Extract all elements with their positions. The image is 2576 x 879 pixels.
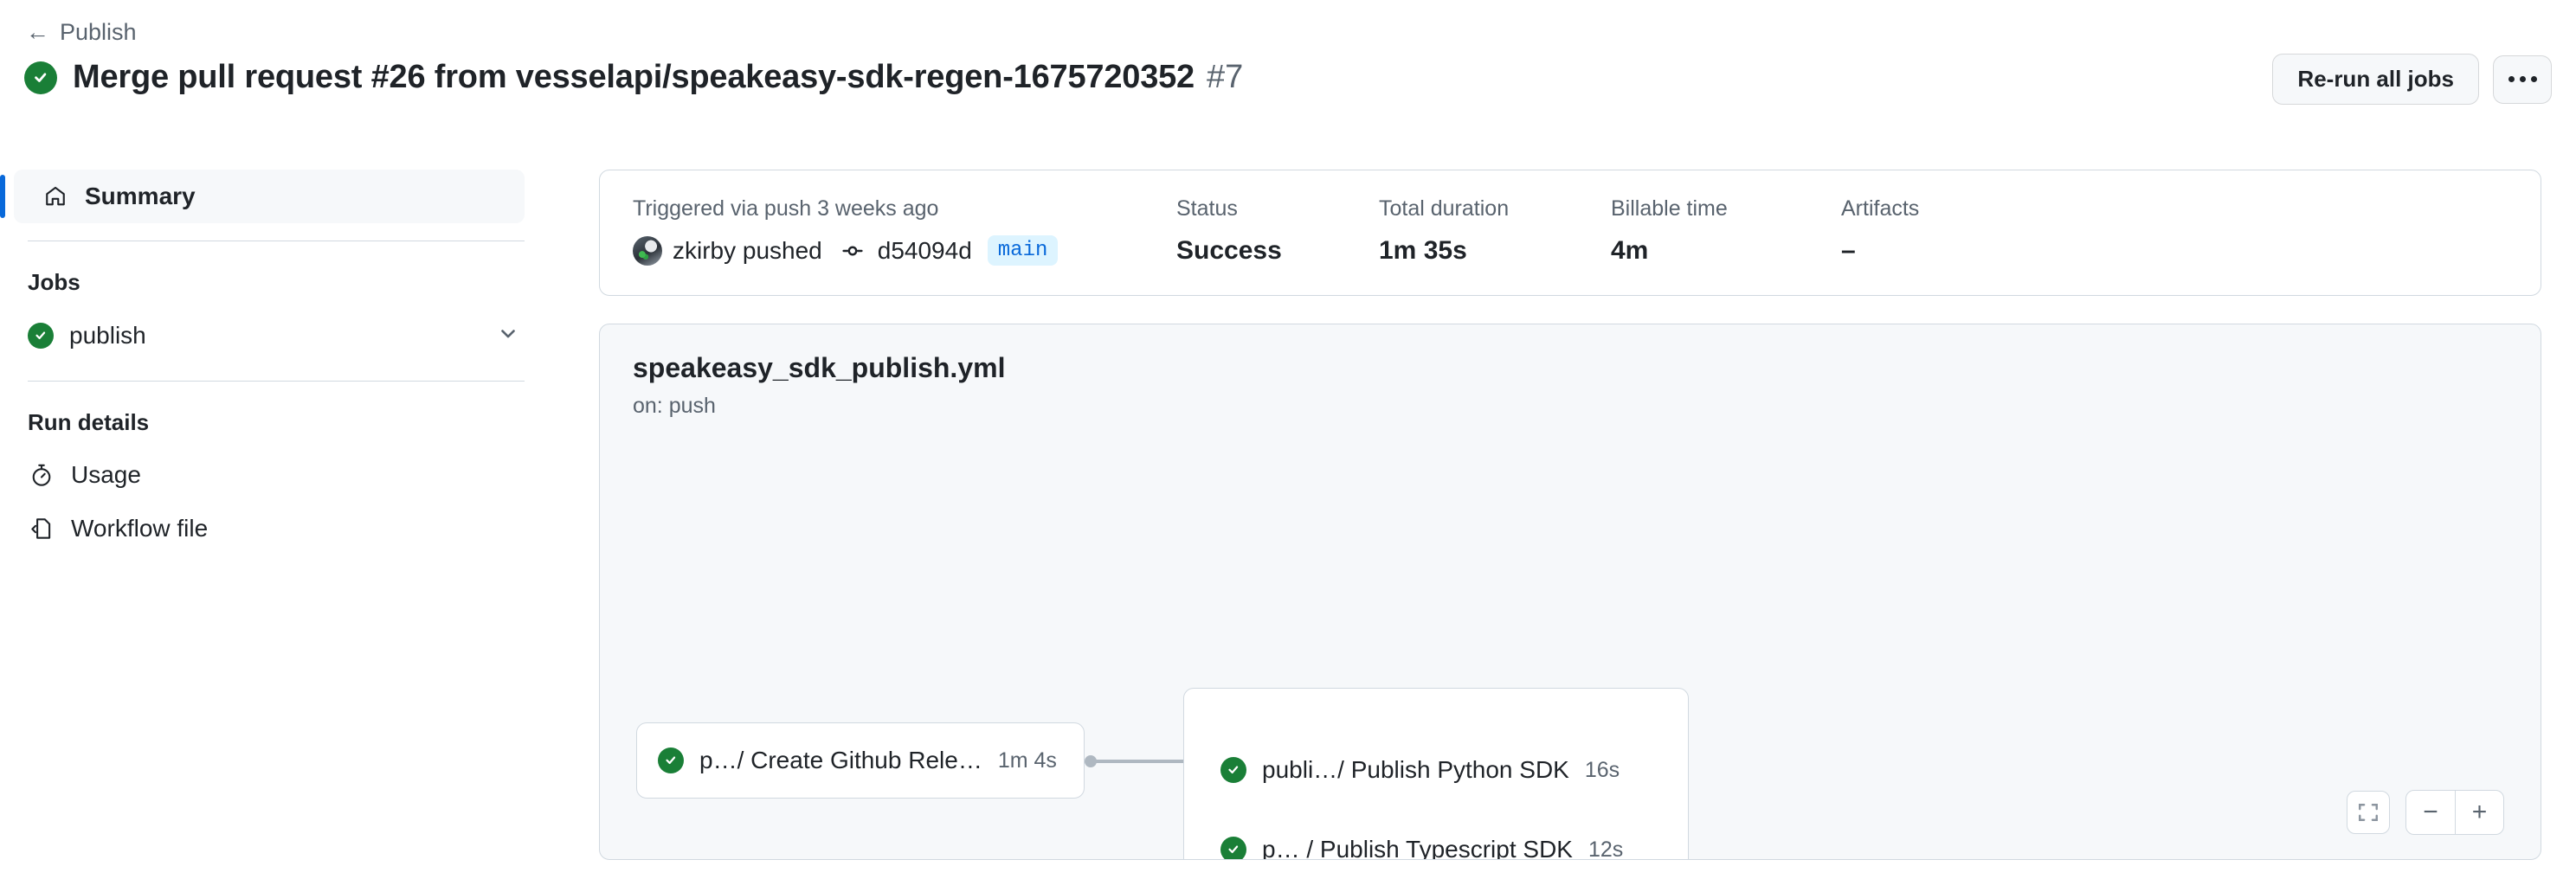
run-summary-grid: Triggered via push 3 weeks ago Status To… [633,196,2508,266]
file-code-icon [28,515,55,542]
sidebar-item-usage[interactable]: Usage [0,448,554,502]
sidebar-jobs-heading: Jobs [28,269,80,295]
run-summary-card: Triggered via push 3 weeks ago Status To… [599,170,2541,296]
sidebar-run-details-heading: Run details [28,409,150,435]
graph-node-duration: 1m 4s [997,747,1057,773]
sidebar-job-label: publish [69,322,146,349]
graph-node-create-github-release[interactable]: p…/ Create Github Rele… 1m 4s [636,722,1085,799]
graph-node-label: p…/ Create Github Rele… [699,747,982,773]
trigger-value: zkirby pushed d54094d main [633,235,1176,266]
connector-line [1091,760,1189,763]
kebab-dots [2508,76,2537,82]
trigger-heading: Triggered via push 3 weeks ago [633,196,939,221]
chevron-down-icon[interactable] [497,322,519,350]
zoom-in-button[interactable]: + [2455,791,2503,834]
graph-node-duration: 12s [1587,837,1624,860]
graph-zoom-pair: − + [2405,790,2504,835]
avatar[interactable] [633,235,662,266]
sidebar-item-summary[interactable]: Summary [0,170,525,223]
home-icon [42,183,69,210]
page-title: Merge pull request #26 from vesselapi/sp… [73,59,1195,95]
check-circle-icon [28,323,54,349]
sidebar-job-publish[interactable]: publish [0,308,554,363]
workflow-file-name: speakeasy_sdk_publish.yml [633,352,1006,383]
sidebar-item-usage-label: Usage [71,461,141,488]
stopwatch-icon [28,461,55,489]
pusher-label[interactable]: zkirby pushed [673,237,822,265]
run-number: #7 [1207,59,1244,95]
check-circle-icon [24,61,57,94]
header-actions: Re-run all jobs [2272,54,2552,105]
breadcrumb-label[interactable]: Publish [60,19,137,46]
artifacts-heading: Artifacts [1841,196,1920,221]
sidebar-item-summary-label: Summary [85,183,196,209]
main-content: Triggered via push 3 weeks ago Status To… [599,170,2541,860]
status-heading: Status [1176,196,1238,221]
workflow-run-page: ← Publish Merge pull request #26 from ve… [0,0,2576,879]
graph-zoom-controls: − + [2347,790,2504,835]
billable-value: 4m [1611,235,1649,265]
check-circle-icon [1220,837,1246,859]
status-value: Success [1176,235,1282,265]
duration-value: 1m 35s [1379,235,1467,265]
check-circle-icon [658,747,684,773]
graph-node-publish-python-sdk[interactable]: publi…/ Publish Python SDK 16s [1220,756,1620,784]
branch-badge[interactable]: main [987,235,1059,266]
sidebar-item-workflow-file-label: Workflow file [71,515,209,542]
check-circle-icon [1220,757,1246,783]
commit-sha[interactable]: d54094d [878,237,972,265]
breadcrumb[interactable]: ← Publish [26,19,137,46]
sidebar: Summary Jobs publish Run details Usage W… [0,170,554,555]
graph-group-publish-sdks: publi…/ Publish Python SDK 16s p… / Publ… [1183,688,1689,860]
graph-connector [1085,755,1195,767]
billable-heading: Billable time [1611,196,1728,221]
back-arrow-icon[interactable]: ← [26,21,49,44]
workflow-graph-card: speakeasy_sdk_publish.yml on: push p…/ C… [599,324,2541,860]
workflow-trigger-label: on: push [633,394,716,418]
run-title-row: Merge pull request #26 from vesselapi/sp… [24,59,2550,96]
rerun-all-jobs-button[interactable]: Re-run all jobs [2272,54,2479,105]
graph-node-label: publi…/ Publish Python SDK [1262,756,1569,783]
graph-node-label: p… / Publish Typescript SDK [1262,836,1573,860]
graph-node-publish-typescript-sdk[interactable]: p… / Publish Typescript SDK 12s [1220,836,1624,860]
sidebar-divider-2 [28,381,525,382]
git-commit-icon [841,240,864,262]
graph-node-duration: 16s [1584,757,1620,782]
kebab-menu-icon[interactable] [2493,55,2552,104]
duration-heading: Total duration [1379,196,1510,221]
sidebar-item-workflow-file[interactable]: Workflow file [0,502,554,555]
fit-screen-icon[interactable] [2347,791,2390,834]
artifacts-value: – [1841,235,1856,265]
zoom-out-button[interactable]: − [2406,791,2455,834]
